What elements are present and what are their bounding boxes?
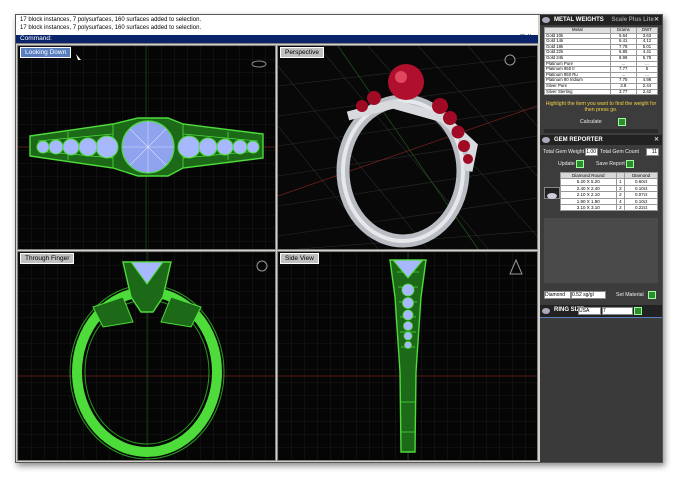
set-material-button[interactable] <box>648 291 656 299</box>
total-gem-count-label: Total Gem Count <box>600 149 639 155</box>
divider <box>540 317 662 318</box>
ring-icon <box>542 308 550 314</box>
viewport-front[interactable]: Through Finger <box>17 251 276 461</box>
dwt-cell: 2.42 <box>635 88 659 96</box>
viewport-title[interactable]: Through Finger <box>20 253 75 264</box>
save-report-button[interactable] <box>626 160 634 168</box>
viewport-perspective[interactable]: Perspective <box>277 45 538 250</box>
gem-table: Diamond Round Diamond 5.20 X 5.20 1 0.60ct… <box>560 171 658 212</box>
divider <box>544 129 658 133</box>
size-cell: 3.10 X 3.10 <box>560 203 617 212</box>
top-view-canvas <box>18 46 275 249</box>
command-history-line: 17 block instances, 7 polysurfaces, 160 … <box>20 25 202 31</box>
metal-weights-hint: Highlight the item you want to find the … <box>545 101 657 113</box>
calculate-button[interactable] <box>618 118 626 126</box>
set-material-label: Set Material <box>616 292 644 298</box>
update-label: Update <box>558 161 575 167</box>
gem-list-area <box>544 218 658 283</box>
calculate-label: Calculate <box>580 119 602 125</box>
stone-select[interactable]: Diamond <box>544 291 571 299</box>
logo-icon <box>542 17 550 23</box>
front-view-canvas <box>18 252 275 460</box>
close-icon[interactable]: ✕ <box>654 15 659 25</box>
viewport-title[interactable]: Looking Down <box>20 47 72 58</box>
plugin-panel: METAL WEIGHTS Scale Plus Lite ✕ Metal Gr… <box>540 15 662 462</box>
command-history-line: 17 block instances, 7 polysurfaces, 160 … <box>20 17 202 23</box>
ring-size-header: RING SIZE <box>540 305 662 317</box>
viewport-side[interactable]: Side View <box>277 251 538 461</box>
side-view-canvas <box>278 252 537 460</box>
ring-size-value-select[interactable]: 7 <box>602 307 633 315</box>
command-prompt-label: Command: <box>20 35 52 42</box>
gem-icon <box>542 137 550 143</box>
command-prompt[interactable]: Command: <box>16 35 538 43</box>
total-gem-count-field[interactable]: 11 <box>646 148 659 156</box>
perspective-canvas <box>278 46 537 249</box>
diamond-icon <box>544 187 560 199</box>
cad-window: 17 block instances, 7 polysurfaces, 160 … <box>15 14 663 463</box>
gem-reporter-header[interactable]: GEM REPORTER ✕ <box>540 135 662 145</box>
table-row[interactable]: Silver Sterling 3.77 2.42 <box>544 88 659 96</box>
metal-weights-title: METAL WEIGHTS <box>554 17 604 23</box>
gem-reporter-title: GEM REPORTER <box>554 137 603 143</box>
count-cell: 2 <box>615 203 626 212</box>
empty-panel-area <box>540 321 662 462</box>
carat-cell: 0.22ct <box>624 203 658 212</box>
ring-size-country-select[interactable]: USA <box>578 307 601 315</box>
metal-weights-header[interactable]: METAL WEIGHTS Scale Plus Lite ✕ <box>540 15 662 25</box>
stone-weight-select[interactable]: 0.52 sg/gl <box>571 291 606 299</box>
grams-cell: 3.77 <box>609 88 637 96</box>
viewport-title[interactable]: Perspective <box>280 47 324 58</box>
ring-size-apply-button[interactable] <box>634 307 642 315</box>
save-report-label: Save Report <box>596 161 625 167</box>
close-icon[interactable]: ✕ <box>654 135 659 145</box>
viewport-title[interactable]: Side View <box>280 253 319 264</box>
metal-weights-table: Metal Grams DWT Gold 10k 5.64 3.63 Gold 14… <box>544 27 659 96</box>
update-button[interactable] <box>576 160 584 168</box>
table-row[interactable]: 3.10 X 3.10 2 0.22ct <box>560 203 658 212</box>
scale-plus-tab[interactable]: Scale Plus Lite <box>611 17 653 23</box>
metal-cell: Silver Sterling <box>544 88 611 96</box>
total-gem-weight-field[interactable]: 1.00 <box>585 148 598 156</box>
total-gem-weight-label: Total Gem Weight <box>543 149 585 155</box>
viewport-top[interactable]: Looking Down <box>17 45 276 250</box>
command-history: 17 block instances, 7 polysurfaces, 160 … <box>16 15 538 44</box>
